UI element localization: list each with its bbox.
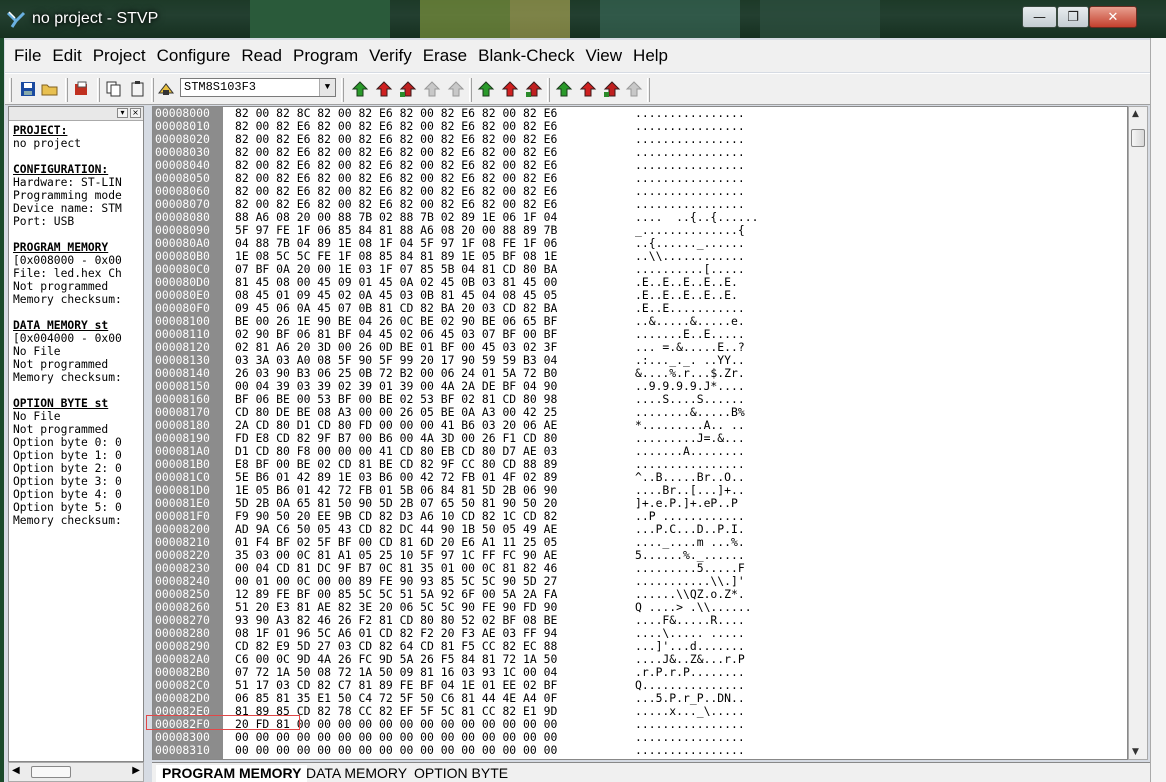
- info-line: Memory checksum:: [13, 293, 122, 306]
- title-bar: no project - STVP — ❐ ✕: [0, 0, 1166, 38]
- info-line: File: led.hex Ch: [13, 267, 122, 280]
- paste-icon[interactable]: [129, 80, 147, 98]
- left-horizontal-scrollbar[interactable]: ◀ ▶: [8, 762, 144, 782]
- menu-configure[interactable]: Configure: [156, 44, 232, 68]
- toolbar-separator: [647, 78, 650, 102]
- menu-project[interactable]: Project: [92, 44, 147, 68]
- info-line: [0x004000 - 0x00: [13, 332, 122, 345]
- toolbar-separator: [341, 78, 344, 102]
- info-line: Option byte 1: 0: [13, 449, 122, 462]
- info-line: Programming mode: [13, 189, 122, 202]
- read-all-tabs-icon[interactable]: [477, 80, 495, 98]
- hex-memory-view[interactable]: 00008000 82 00 82 8C 82 00 82 E6 82 00 82…: [152, 106, 1128, 760]
- save-icon[interactable]: [19, 80, 37, 98]
- pane-close-icon[interactable]: ×: [130, 108, 141, 118]
- highlight-box: [146, 715, 300, 730]
- info-line: Not programmed: [13, 423, 109, 436]
- menu-bar: File Edit Project Configure Read Program Verif…: [5, 40, 1150, 72]
- load-icon[interactable]: [73, 80, 91, 98]
- copy-icon[interactable]: [105, 80, 123, 98]
- menu-erase[interactable]: Erase: [422, 44, 468, 68]
- section-heading: PROGRAM MEMORY: [13, 241, 109, 254]
- read-current-tab-icon[interactable]: [351, 80, 369, 98]
- verify-current-tab-icon[interactable]: [399, 80, 417, 98]
- read-option-icon[interactable]: [555, 80, 573, 98]
- menu-help[interactable]: Help: [632, 44, 669, 68]
- erase-current-tab-icon: [423, 80, 441, 98]
- tab-data-memory[interactable]: DATA MEMORY: [300, 765, 413, 782]
- hex-bytes[interactable]: 00 00 00 00 00 00 00 00 00 00 00 00 00 0…: [235, 744, 557, 757]
- info-line: No File: [13, 410, 61, 423]
- menu-file[interactable]: File: [13, 44, 42, 68]
- info-line: Option byte 3: 0: [13, 475, 122, 488]
- verify-option-icon[interactable]: [603, 80, 621, 98]
- info-line: no project: [13, 137, 82, 150]
- info-line: Port: USB: [13, 215, 75, 228]
- device-select[interactable]: STM8S103F3 ▼: [180, 78, 336, 97]
- info-line: Hardware: ST-LIN: [13, 176, 122, 189]
- menu-edit[interactable]: Edit: [51, 44, 82, 68]
- section-heading: DATA MEMORY st: [13, 319, 109, 332]
- program-option-icon[interactable]: [579, 80, 597, 98]
- section-heading: OPTION BYTE st: [13, 397, 109, 410]
- info-line: Not programmed: [13, 358, 109, 371]
- info-line: Option byte 0: 0: [13, 436, 122, 449]
- menu-program[interactable]: Program: [292, 44, 359, 68]
- toolbar-separator: [151, 78, 154, 102]
- blank-check-current-tab-icon: [447, 80, 465, 98]
- info-line: [0x008000 - 0x00: [13, 254, 122, 267]
- memory-tab-bar: PROGRAM MEMORY DATA MEMORY OPTION BYTE: [152, 762, 1150, 782]
- verify-all-tabs-icon[interactable]: [525, 80, 543, 98]
- scroll-down-icon[interactable]: ▼: [1132, 747, 1139, 757]
- toolbar-separator: [65, 78, 68, 102]
- toolbar-separator: [547, 78, 550, 102]
- info-line: [13, 150, 143, 163]
- info-line: Memory checksum:: [13, 371, 122, 384]
- info-line: [13, 384, 143, 397]
- maximize-button[interactable]: ❐: [1057, 6, 1089, 28]
- pane-menu-icon[interactable]: ▾: [117, 108, 128, 118]
- program-current-tab-icon[interactable]: [375, 80, 393, 98]
- open-folder-icon[interactable]: [41, 80, 59, 98]
- scroll-thumb[interactable]: [1131, 129, 1145, 147]
- info-line: [13, 306, 143, 319]
- chevron-down-icon[interactable]: ▼: [319, 79, 335, 96]
- toolbar-separator: [469, 78, 472, 102]
- toolbar: [5, 73, 1150, 105]
- menu-view[interactable]: View: [585, 44, 624, 68]
- info-line: Option byte 5: 0: [13, 501, 122, 514]
- info-line: [13, 228, 143, 241]
- stvp-app-icon: [6, 11, 26, 28]
- menu-read[interactable]: Read: [240, 44, 283, 68]
- project-info-pane: ▾ × PROJECT: no project CONFIGURATION: Har…: [8, 106, 144, 762]
- section-heading: CONFIGURATION:: [13, 163, 109, 176]
- chip-device-icon: [157, 80, 175, 98]
- window-title: no project - STVP: [32, 10, 159, 27]
- blank-check-option-icon: [625, 80, 643, 98]
- info-line: Memory checksum:: [13, 514, 122, 527]
- close-button[interactable]: ✕: [1089, 6, 1137, 28]
- info-line: Device name: STM: [13, 202, 122, 215]
- hex-ascii: ................: [635, 743, 745, 757]
- tab-option-byte[interactable]: OPTION BYTE: [408, 765, 514, 782]
- hex-vertical-scrollbar[interactable]: ▲ ▼: [1128, 106, 1148, 760]
- menu-blank-check[interactable]: Blank-Check: [477, 44, 575, 68]
- scroll-up-icon[interactable]: ▲: [1132, 109, 1139, 119]
- info-line: Not programmed: [13, 280, 109, 293]
- info-line: Option byte 2: 0: [13, 462, 122, 475]
- menu-verify[interactable]: Verify: [368, 44, 413, 68]
- hex-address: 00008310: [153, 744, 223, 757]
- minimize-button[interactable]: —: [1022, 6, 1057, 28]
- pane-header: ▾ ×: [9, 107, 143, 121]
- project-info-text: PROJECT: no project CONFIGURATION: Hardwar…: [9, 121, 143, 527]
- section-heading: PROJECT:: [13, 124, 68, 137]
- info-line: Option byte 4: 0: [13, 488, 122, 501]
- tab-program-memory[interactable]: PROGRAM MEMORY: [156, 765, 308, 782]
- program-all-tabs-icon[interactable]: [501, 80, 519, 98]
- info-line: No File: [13, 345, 61, 358]
- toolbar-separator: [97, 78, 100, 102]
- background-window-strip: [1150, 38, 1166, 782]
- toolbar-grip: [9, 78, 12, 102]
- device-select-value: STM8S103F3: [184, 80, 257, 94]
